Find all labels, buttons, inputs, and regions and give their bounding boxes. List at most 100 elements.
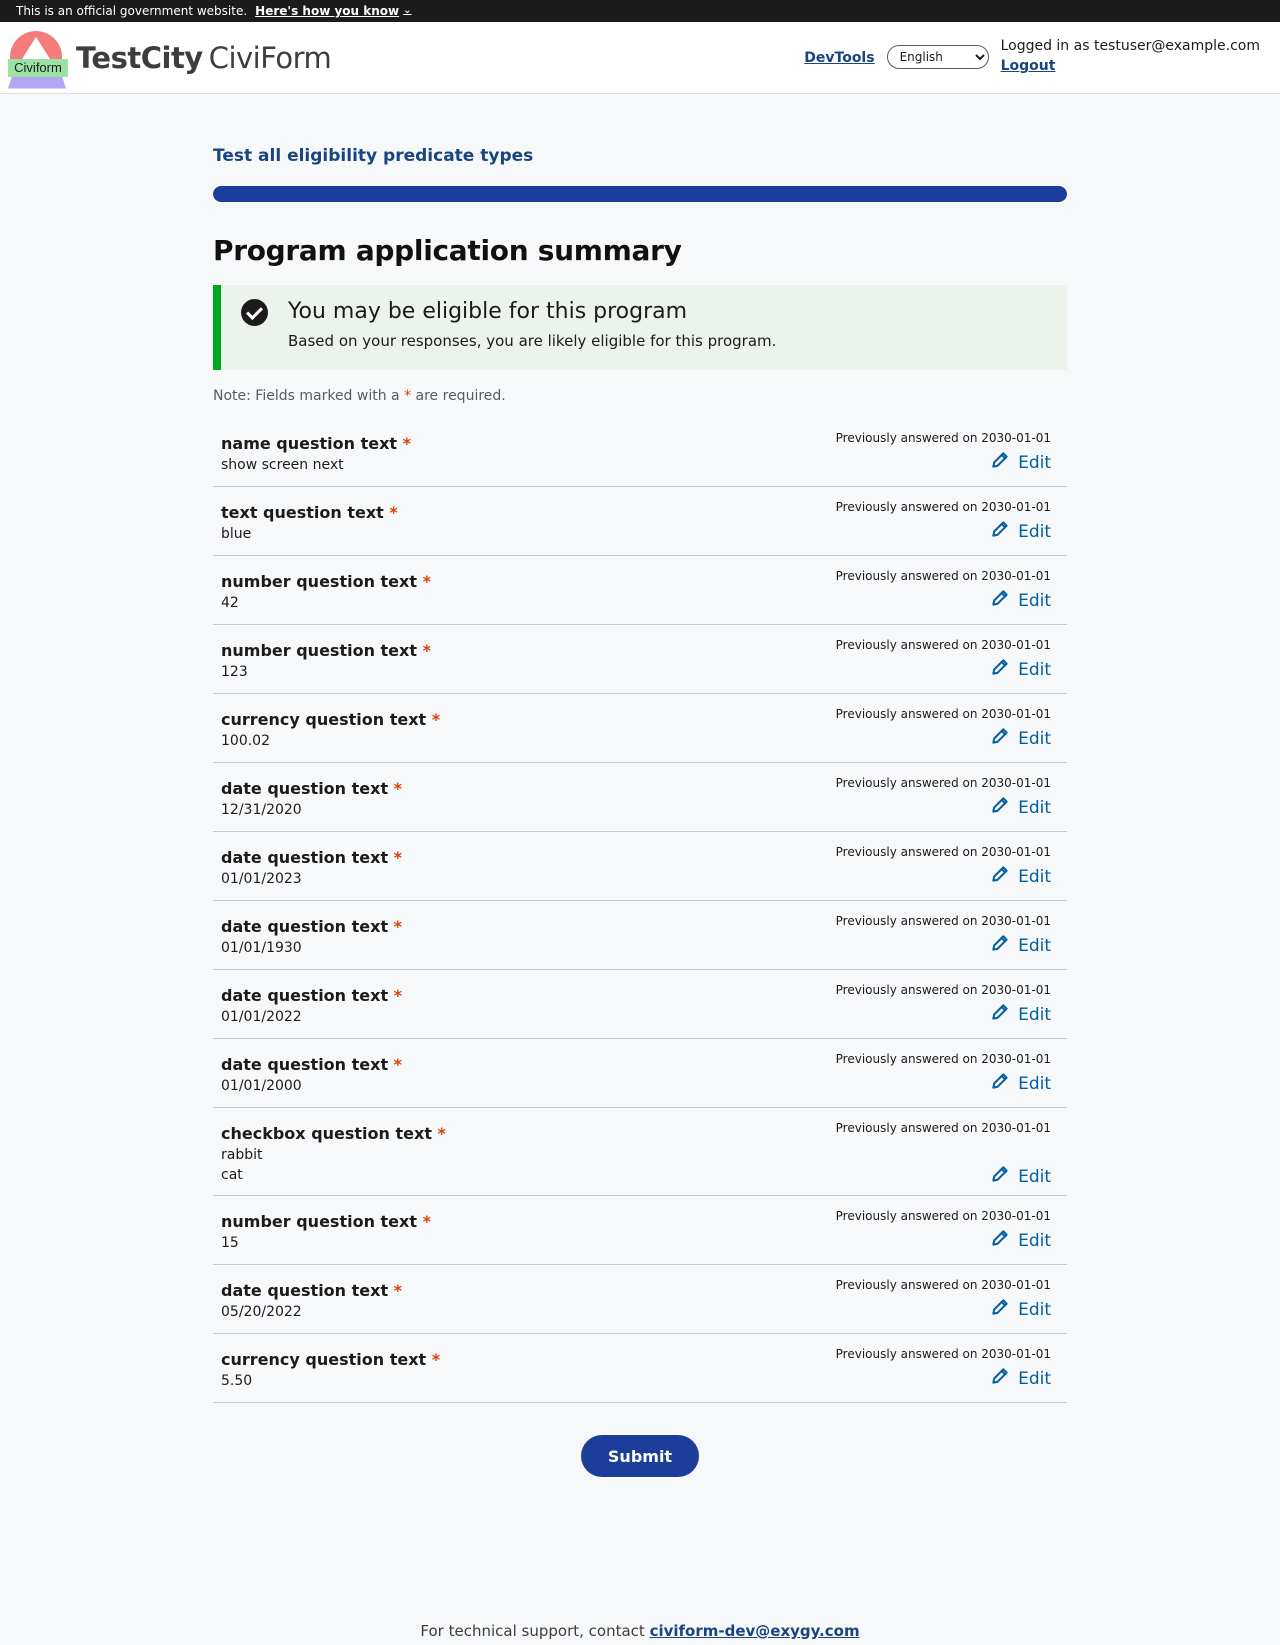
pencil-icon [990, 588, 1010, 613]
required-star: * [393, 1055, 403, 1074]
edit-button[interactable]: Edit [990, 588, 1051, 613]
header-actions: DevTools English Logged in as testuser@e… [804, 36, 1260, 76]
pencil-icon [990, 519, 1010, 544]
question-label: date question text [221, 917, 389, 936]
required-star: * [431, 710, 441, 729]
pencil-icon [990, 1297, 1010, 1322]
previously-answered-text: Previously answered on 2030-01-01 [835, 1347, 1051, 1361]
summary-row: text question text * blue Previously answe… [213, 487, 1067, 556]
submit-button[interactable]: Submit [581, 1435, 699, 1477]
pencil-icon [990, 864, 1010, 889]
language-select[interactable]: English [886, 45, 989, 69]
edit-label: Edit [1018, 1230, 1051, 1251]
previously-answered-text: Previously answered on 2030-01-01 [835, 914, 1051, 928]
question-label: number question text [221, 641, 417, 660]
pencil-icon [990, 726, 1010, 751]
answer-text: rabbit [221, 1147, 263, 1163]
required-star: * [422, 572, 431, 591]
edit-button[interactable]: Edit [990, 795, 1051, 820]
summary-list: name question text * show screen next Prev… [213, 418, 1067, 1403]
summary-row: date question text * 05/20/2022 Previously… [213, 1265, 1067, 1334]
edit-button[interactable]: Edit [990, 1071, 1051, 1096]
civiform-logo[interactable]: Civiform [6, 27, 68, 89]
previously-answered-text: Previously answered on 2030-01-01 [835, 569, 1051, 583]
support-email-link[interactable]: civiform-dev@exygy.com [650, 1622, 860, 1640]
edit-button[interactable]: Edit [990, 1297, 1051, 1322]
edit-button[interactable]: Edit [990, 864, 1051, 889]
edit-button[interactable]: Edit [990, 1002, 1051, 1027]
summary-row: currency question text * 100.02 Previously… [213, 694, 1067, 763]
required-star: * [437, 1124, 446, 1143]
edit-label: Edit [1018, 1073, 1051, 1094]
required-star: * [422, 1212, 431, 1231]
summary-row: date question text * 12/31/2020 Previously… [213, 763, 1067, 832]
edit-button[interactable]: Edit [990, 450, 1051, 475]
required-star: * [402, 434, 412, 453]
edit-button[interactable]: Edit [990, 933, 1051, 958]
brand-city: TestCity [76, 40, 203, 75]
answer-text: 42 [221, 595, 239, 611]
devtools-link[interactable]: DevTools [804, 50, 874, 66]
required-star: * [393, 986, 403, 1005]
pencil-icon [990, 1366, 1010, 1391]
edit-button[interactable]: Edit [990, 519, 1051, 544]
question-label: number question text [221, 1212, 417, 1231]
required-star: * [389, 503, 398, 522]
answer-text: 100.02 [221, 733, 270, 749]
edit-button[interactable]: Edit [990, 657, 1051, 682]
edit-label: Edit [1018, 452, 1051, 473]
edit-label: Edit [1018, 1368, 1051, 1389]
answer-text: 15 [221, 1235, 239, 1251]
edit-button[interactable]: Edit [990, 726, 1051, 751]
answer-text: blue [221, 526, 252, 542]
edit-label: Edit [1018, 521, 1051, 542]
edit-label: Edit [1018, 866, 1051, 887]
note-suffix: are required. [411, 388, 506, 404]
brand-product: CiviForm [208, 40, 332, 75]
logout-link[interactable]: Logout [1001, 58, 1056, 74]
alert-body: Based on your responses, you are likely … [288, 332, 777, 350]
edit-label: Edit [1018, 1166, 1051, 1187]
gov-banner: This is an official government website. … [0, 0, 1280, 22]
previously-answered-text: Previously answered on 2030-01-01 [835, 431, 1051, 445]
pencil-icon [990, 450, 1010, 475]
check-circle-icon [241, 299, 268, 326]
question-label: date question text [221, 986, 389, 1005]
required-star: * [431, 1350, 441, 1369]
edit-label: Edit [1018, 590, 1051, 611]
question-label: text question text [221, 503, 384, 522]
summary-row: checkbox question text * rabbit cat Previou… [213, 1108, 1067, 1196]
answer-text: 12/31/2020 [221, 802, 302, 818]
question-label: number question text [221, 572, 417, 591]
summary-row: date question text * 01/01/2000 Previously… [213, 1039, 1067, 1108]
required-note: Note: Fields marked with a * are require… [213, 388, 1067, 404]
submit-wrap: Submit [213, 1435, 1067, 1477]
edit-button[interactable]: Edit [990, 1366, 1051, 1391]
edit-label: Edit [1018, 1299, 1051, 1320]
user-info: Logged in as testuser@example.com Logout [1001, 36, 1260, 76]
pencil-icon [990, 1164, 1010, 1189]
main-content: Test all eligibility predicate types Pro… [213, 94, 1067, 1477]
footer-text: For technical support, contact [420, 1622, 650, 1640]
previously-answered-text: Previously answered on 2030-01-01 [835, 1278, 1051, 1292]
answer-text: 5.50 [221, 1373, 253, 1389]
pencil-icon [990, 1071, 1010, 1096]
required-star: * [393, 779, 403, 798]
note-prefix: Note: Fields marked with a [213, 388, 405, 404]
answer-text: 01/01/1930 [221, 940, 302, 956]
summary-row: date question text * 01/01/2023 Previously… [213, 832, 1067, 901]
page-title: Program application summary [213, 234, 682, 267]
logo-wordmark: Civiform [8, 58, 68, 77]
previously-answered-text: Previously answered on 2030-01-01 [835, 776, 1051, 790]
alert-heading: You may be eligible for this program [288, 299, 688, 324]
question-label: date question text [221, 1281, 389, 1300]
how-you-know-link[interactable]: Here's how you know ⌄ [255, 4, 411, 18]
gov-banner-text: This is an official government website. [16, 4, 248, 18]
edit-button[interactable]: Edit [990, 1228, 1051, 1253]
brand-title[interactable]: TestCity CiviForm [76, 40, 332, 75]
pencil-icon [990, 657, 1010, 682]
edit-button[interactable]: Edit [990, 1164, 1051, 1189]
pencil-icon [990, 1228, 1010, 1253]
answer-text: 05/20/2022 [221, 1304, 302, 1320]
summary-row: currency question text * 5.50 Previously a… [213, 1334, 1067, 1403]
